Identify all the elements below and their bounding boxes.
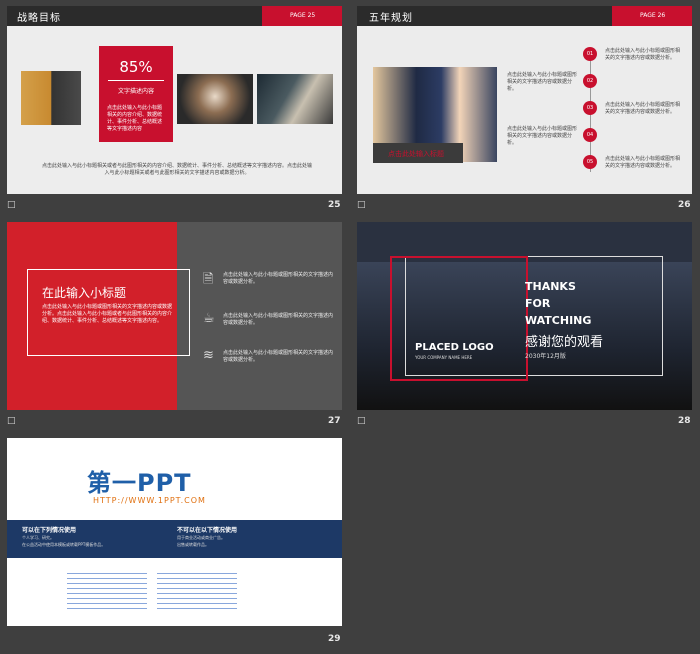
cannot-use-item: 用于商业活动或商业广告。 xyxy=(177,535,225,540)
thanks-line-2: FOR xyxy=(525,297,551,310)
step-4: 04 xyxy=(583,128,597,142)
slide-26-icon: □ xyxy=(357,200,366,210)
divider xyxy=(108,80,164,81)
slide-27-icon: □ xyxy=(7,416,16,426)
brand-url: HTTP://WWW.1PPT.COM xyxy=(93,496,206,505)
page-label: PAGE 25 xyxy=(290,12,316,19)
slide-29-number: 29 xyxy=(328,634,341,644)
slide-title: 战略目标 xyxy=(17,13,61,24)
step-text-left: 点击此处输入与此小标题或图形相关的文字描述内容或数据分析。 xyxy=(507,72,578,92)
brand-logo: 第一PPT xyxy=(87,469,192,497)
step-text-right: 点击此处输入与此小标题或图形相关的文字描述内容或数据分析。 xyxy=(605,102,681,115)
thanks-chinese: 感谢您的观看 xyxy=(525,335,604,350)
slide-25-icon: □ xyxy=(7,200,16,210)
step-2: 02 xyxy=(583,74,597,88)
logo-text: PLACED LOGO xyxy=(415,342,494,353)
layers-icon: ≋ xyxy=(203,348,214,363)
page-label: PAGE 26 xyxy=(640,12,666,19)
list-item-2: 点击此处输入与此小标题或图形相关的文字描述内容或数据分析。 xyxy=(223,313,334,326)
slide-27[interactable]: 在此输入小标题 点击此处输入与此小标题或图形相关的文字描述内容或数据分析。点击此… xyxy=(7,222,342,410)
links-list-left xyxy=(67,573,147,613)
step-text-right: 点击此处输入与此小标题或图形相关的文字描述内容或数据分析。 xyxy=(605,48,681,61)
slide-28-icon: □ xyxy=(357,416,366,426)
slide-29[interactable]: 第一PPT HTTP://WWW.1PPT.COM 可以在下列情况使用 个人学习… xyxy=(7,438,342,626)
step-3: 03 xyxy=(583,101,597,115)
heading-body: 点击此处输入与此小标题或图形相关的文字描述内容或数据分析。点击此处输入与此小标题… xyxy=(42,304,173,324)
thanks-line-3: WATCHING xyxy=(525,314,592,327)
step-text-right: 点击此处输入与此小标题或图形相关的文字描述内容或数据分析。 xyxy=(605,156,681,169)
slide-25-number: 25 xyxy=(328,200,341,210)
cup-icon: ☕ xyxy=(203,311,215,326)
slide-28[interactable]: PLACED LOGO YOUR COMPANY NAME HERE THANK… xyxy=(357,222,692,410)
slide-title: 五年规划 xyxy=(369,13,413,24)
document-icon: 🗎 xyxy=(203,272,214,287)
photo-meeting xyxy=(257,74,333,124)
step-1: 01 xyxy=(583,47,597,61)
thanks-line-1: THANKS xyxy=(525,280,576,293)
step-text-left: 点击此处输入与此小标题或图形相关的文字描述内容或数据分析。 xyxy=(507,126,578,146)
percent-value: 85% xyxy=(119,58,153,76)
date-label: 2030年12月版 xyxy=(525,353,566,360)
can-use-title: 可以在下列情况使用 xyxy=(22,527,77,534)
can-use-item: 个人学习、研究。 xyxy=(22,535,54,540)
slide-27-number: 27 xyxy=(328,416,341,426)
list-item-3: 点击此处输入与此小标题或图形相关的文字描述内容或数据分析。 xyxy=(223,350,334,363)
box-text: 点击此处输入与此小标题相关的内容介绍、数据统计、事件分析、总结概述等文字描述内容 xyxy=(107,105,163,132)
slide-26[interactable]: 五年规划 PAGE 26 点击此处输入标题 01 02 03 04 05 点击此… xyxy=(357,6,692,194)
body-text: 点击此处输入与此小标题相关或者与此图形相关的内容介绍、数据统计、事件分析、总结概… xyxy=(42,163,313,176)
logo-subtext: YOUR COMPANY NAME HERE xyxy=(415,355,473,360)
slide-25[interactable]: 战略目标 PAGE 25 85% 文字描述内容 点击此处输入与此小标题相关的内容… xyxy=(7,6,342,194)
links-list-right xyxy=(157,573,237,613)
cannot-use-item: 出售或转载作品。 xyxy=(177,542,209,547)
can-use-item: 在公益活动中使用本模板或转载PPT模板作品。 xyxy=(22,542,106,547)
slide-26-number: 26 xyxy=(678,200,691,210)
frame-red xyxy=(390,256,528,381)
photo-caption: 点击此处输入标题 xyxy=(388,150,444,158)
highlight-box: 85% 文字描述内容 点击此处输入与此小标题相关的内容介绍、数据统计、事件分析、… xyxy=(99,46,173,142)
list-item-1: 点击此处输入与此小标题或图形相关的文字描述内容或数据分析。 xyxy=(223,272,334,285)
photo-team xyxy=(177,74,253,124)
step-5: 05 xyxy=(583,155,597,169)
box-title: 文字描述内容 xyxy=(117,88,154,95)
cannot-use-title: 不可以在以下情况使用 xyxy=(177,527,238,534)
heading: 在此输入小标题 xyxy=(42,286,127,300)
slide-28-number: 28 xyxy=(678,416,691,426)
photo-man xyxy=(21,71,81,125)
